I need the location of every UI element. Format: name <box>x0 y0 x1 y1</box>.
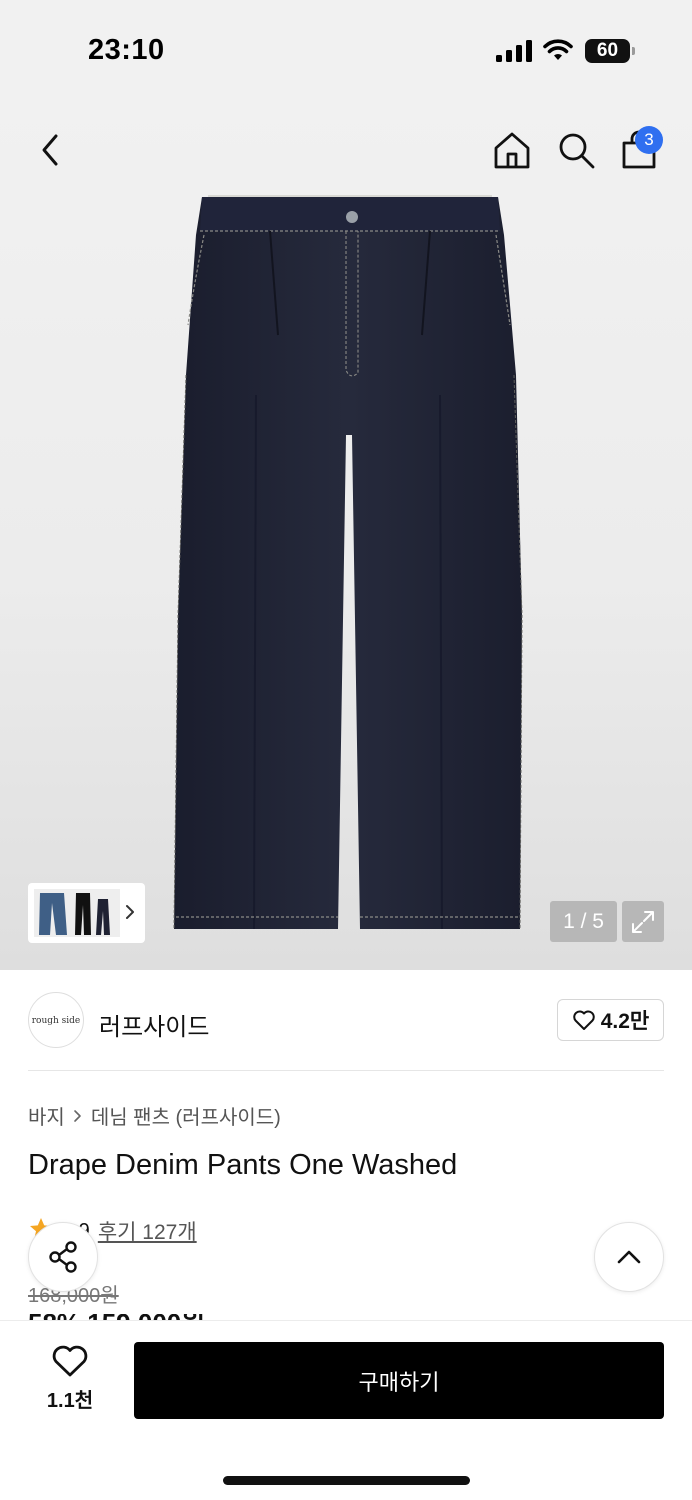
back-button[interactable] <box>28 128 72 172</box>
brand-row: rough side 러프사이드 4.2만 <box>0 990 692 1056</box>
home-button[interactable] <box>490 128 534 172</box>
image-counter: 1 / 5 <box>550 901 617 942</box>
brand-like-button[interactable]: 4.2만 <box>557 999 664 1041</box>
search-button[interactable] <box>554 128 598 172</box>
brand-name[interactable]: 러프사이드 <box>99 1007 209 1042</box>
home-indicator <box>223 1476 470 1485</box>
cart-count-badge: 3 <box>635 126 663 154</box>
review-link[interactable]: 후기 127개 <box>98 1216 197 1246</box>
wifi-icon <box>543 39 573 60</box>
chevron-right-icon <box>126 905 134 919</box>
brand-logo[interactable]: rough side <box>28 992 84 1048</box>
denim-pants-image[interactable] <box>160 195 540 935</box>
scroll-top-button[interactable] <box>594 1222 664 1292</box>
cellular-signal-icon <box>496 40 532 62</box>
thumbnail-images <box>34 889 120 937</box>
wishlist-count: 1.1천 <box>46 1390 94 1412</box>
breadcrumb: 바지 데님 팬츠 (러프사이드) <box>28 1101 281 1130</box>
battery-level: 60 <box>585 39 630 63</box>
breadcrumb-item-denim[interactable]: 데님 팬츠 (러프사이드) <box>91 1101 281 1130</box>
breadcrumb-item-pants[interactable]: 바지 <box>28 1101 65 1130</box>
divider <box>28 1070 664 1071</box>
status-time: 23:10 <box>88 34 165 66</box>
expand-button[interactable] <box>622 901 664 942</box>
wishlist-button[interactable]: 1.1천 <box>30 1344 110 1414</box>
expand-icon <box>632 910 654 933</box>
product-title: Drape Denim Pants One Washed <box>28 1149 458 1181</box>
brand-like-count: 4.2만 <box>600 1010 650 1033</box>
chevron-right-icon <box>74 1109 81 1122</box>
thumbnail-strip[interactable] <box>28 883 145 943</box>
home-icon <box>494 132 530 169</box>
heart-icon <box>52 1345 88 1377</box>
share-button[interactable] <box>28 1222 98 1292</box>
search-icon <box>559 133 595 169</box>
chevron-left-icon <box>42 134 58 166</box>
chevron-up-icon <box>617 1250 641 1264</box>
share-icon <box>49 1241 77 1273</box>
battery-icon: 60 <box>585 39 635 63</box>
heart-icon <box>572 1010 595 1030</box>
buy-button[interactable]: 구매하기 <box>134 1342 664 1419</box>
